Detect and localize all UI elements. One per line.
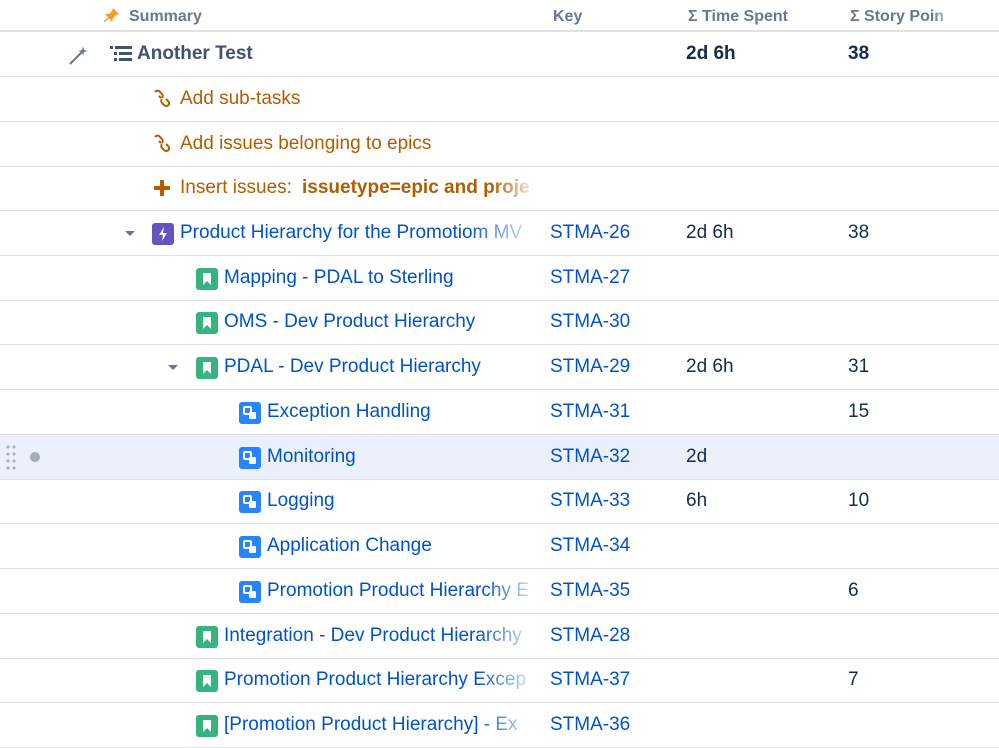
issue-time-spent [686,256,836,300]
issue-summary-link[interactable]: Product Hierarchy for the Promotiom MV [180,211,540,255]
issue-summary-link[interactable]: Logging [267,479,540,523]
issue-story-points: 38 [848,222,870,243]
issue-key-link[interactable]: STMA-31 [550,390,680,434]
issue-row[interactable]: Promotion Product Hierarchy Excep STMA-37… [0,658,999,703]
issue-summary-link[interactable]: Application Change [267,524,540,568]
root-row[interactable]: Another Test 2d 6h 38 [0,32,999,77]
issue-time-spent [686,300,836,344]
issue-story-points [848,435,998,479]
issue-key-link[interactable]: STMA-28 [550,614,680,658]
story-icon [196,312,218,334]
root-story-points: 38 [848,43,870,64]
issue-time-spent [686,658,836,702]
subtask-icon [239,581,261,603]
pin-icon[interactable] [104,7,120,23]
issue-key-link[interactable]: STMA-37 [550,658,680,702]
issue-summary-link[interactable]: OMS - Dev Product Hierarchy [224,300,540,344]
subtask-icon [239,447,261,469]
insert-issues-label[interactable]: Insert issues: [180,166,292,210]
issue-key-link[interactable]: STMA-35 [550,569,680,613]
insert-issues-query[interactable]: issuetype=epic and proje [302,166,538,210]
table-header: Summary Key Σ Time Spent Σ Story Poin [0,0,999,32]
issue-summary-link[interactable]: Integration - Dev Product Hierarchy [224,614,540,658]
story-icon [196,715,218,737]
subtask-icon [239,402,261,424]
issue-summary-link[interactable]: PDAL - Dev Product Hierarchy [224,345,540,389]
epic-icon [152,223,174,245]
issue-story-points: 7 [848,669,859,690]
issue-row[interactable]: Product Hierarchy for the Promotiom MV ST… [0,211,999,256]
subtask-icon [239,536,261,558]
issue-time-spent: 2d 6h [686,222,734,243]
issue-row[interactable]: Mapping - PDAL to Sterling STMA-27 [0,256,999,301]
summary-column-header[interactable]: Summary [129,8,202,26]
issue-row[interactable]: Logging STMA-33 6h 10 [0,479,999,524]
issue-time-spent [686,703,836,747]
issue-key-link[interactable]: STMA-36 [550,703,680,747]
story-icon [196,357,218,379]
drag-handle-icon[interactable] [4,443,20,471]
issue-key-link[interactable]: STMA-26 [550,211,680,255]
issue-key-link[interactable]: STMA-33 [550,479,680,523]
issue-key-link[interactable]: STMA-27 [550,256,680,300]
issue-row[interactable]: Promotion Product Hierarchy E STMA-35 6 [0,569,999,614]
issue-row[interactable]: Monitoring STMA-32 2d [0,435,999,480]
link-icon [152,134,172,154]
link-icon [152,89,172,109]
add-subtasks-link[interactable]: Add sub-tasks [180,77,300,121]
issue-time-spent: 6h [686,490,708,511]
add-epic-issues-row[interactable]: Add issues belonging to epics [0,122,999,167]
issue-summary-link[interactable]: Mapping - PDAL to Sterling [224,256,540,300]
issue-row[interactable]: [Promotion Product Hierarchy] - Ex STMA-3… [0,703,999,748]
issue-story-points [848,256,998,300]
root-title: Another Test [137,43,253,64]
issue-key-link[interactable]: STMA-34 [550,524,680,568]
issue-time-spent [686,614,836,658]
story-points-column-header[interactable]: Σ Story Poin [850,8,955,26]
subtask-icon [239,491,261,513]
issue-summary-link[interactable]: [Promotion Product Hierarchy] - Ex [224,703,540,747]
issue-row[interactable]: Exception Handling STMA-31 15 [0,390,999,435]
issue-row[interactable]: Application Change STMA-34 [0,524,999,569]
add-subtasks-row[interactable]: Add sub-tasks [0,77,999,122]
issue-story-points [848,300,998,344]
issue-story-points: 15 [848,401,870,422]
issue-time-spent [686,569,836,613]
insert-issues-row[interactable]: Insert issues: issuetype=epic and proje [0,166,999,211]
issue-row[interactable]: PDAL - Dev Product Hierarchy STMA-29 2d 6h… [0,345,999,390]
issue-story-points: 10 [848,490,870,511]
issue-key-link[interactable]: STMA-30 [550,300,680,344]
issue-key-link[interactable]: STMA-32 [550,435,680,479]
structure-icon [110,45,132,65]
expand-chevron-icon[interactable] [120,223,140,243]
story-icon [196,268,218,290]
issue-summary-link[interactable]: Monitoring [267,435,540,479]
key-column-header[interactable]: Key [553,8,582,26]
magic-wand-icon[interactable] [68,44,88,65]
root-time-spent: 2d 6h [686,43,736,64]
story-icon [196,670,218,692]
issue-summary-link[interactable]: Promotion Product Hierarchy E [267,569,540,613]
issue-story-points [848,524,998,568]
expand-chevron-icon[interactable] [163,357,183,377]
issue-key-link[interactable]: STMA-29 [550,345,680,389]
status-dot [30,452,40,462]
add-epic-issues-link[interactable]: Add issues belonging to epics [180,122,431,166]
issue-time-spent: 2d [686,446,708,467]
time-spent-column-header[interactable]: Σ Time Spent [688,8,788,26]
issue-row[interactable]: OMS - Dev Product Hierarchy STMA-30 [0,300,999,345]
story-icon [196,626,218,648]
issue-story-points: 31 [848,356,870,377]
issue-summary-link[interactable]: Promotion Product Hierarchy Excep [224,658,540,702]
issue-time-spent: 2d 6h [686,356,734,377]
issue-story-points: 6 [848,580,859,601]
issue-story-points [848,703,998,747]
issue-summary-link[interactable]: Exception Handling [267,390,540,434]
plus-icon [152,178,172,198]
issue-story-points [848,614,998,658]
issue-time-spent [686,524,836,568]
issue-row[interactable]: Integration - Dev Product Hierarchy STMA-… [0,614,999,659]
issue-time-spent [686,390,836,434]
